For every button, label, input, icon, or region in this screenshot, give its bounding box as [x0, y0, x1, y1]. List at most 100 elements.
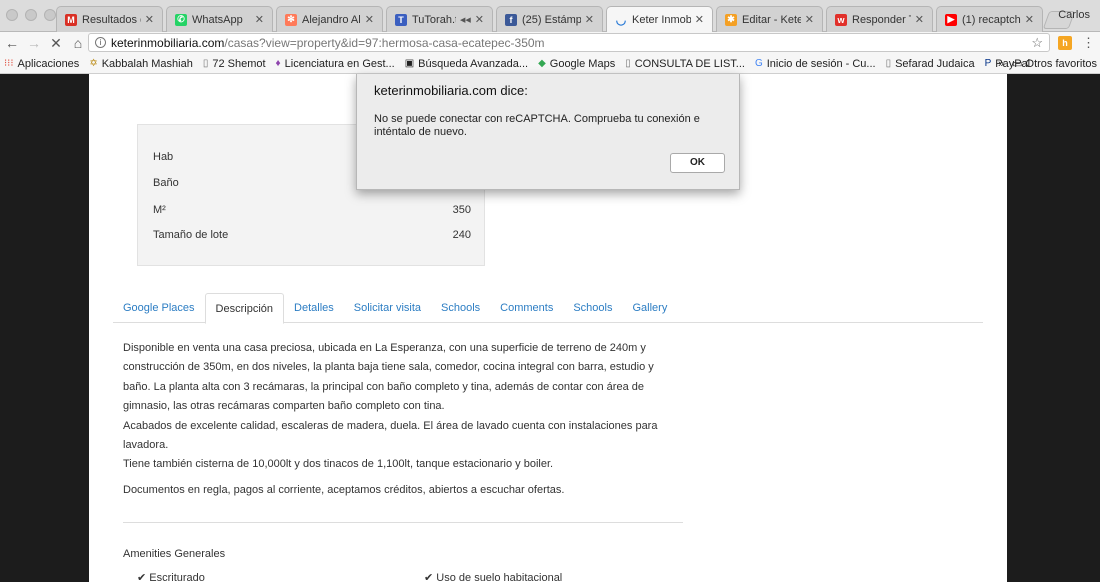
stop-loading-icon[interactable]: ✕	[46, 35, 66, 52]
bookmark-icon: ✡	[89, 58, 98, 69]
minimize-window-button[interactable]	[25, 9, 37, 21]
tab-comments[interactable]: Comments	[490, 293, 563, 323]
bookmark-icon: ♦	[275, 58, 281, 69]
bookmark-icon: ▣	[404, 58, 415, 69]
forward-icon[interactable]: →	[24, 35, 44, 51]
bookmark-label: Inicio de sesión - Cu...	[766, 57, 876, 70]
ok-button[interactable]: OK	[670, 153, 725, 173]
bookmark-icon: ▯	[885, 58, 892, 69]
bookmarks-bar: ⁝⁝⁝ Aplicaciones ✡ Kabbalah Mashiah ▯ 72 Shem…	[0, 54, 1100, 74]
check-icon: ✔	[137, 572, 147, 582]
tab-title: Keter Inmobilia	[632, 13, 691, 26]
check-icon: ✔	[424, 572, 434, 582]
folder-icon: ▭	[1012, 58, 1023, 70]
hubspot-extension-icon[interactable]: h	[1058, 36, 1072, 50]
hubspot-icon: ✻	[285, 13, 297, 26]
tab-gallery[interactable]: Gallery	[622, 293, 677, 323]
property-row: Tamaño de lote 240	[153, 229, 471, 241]
browser-tab[interactable]: ◡ Keter Inmobilia ✕	[606, 6, 713, 32]
bookmark-label: Sefarad Judaica	[895, 57, 975, 70]
bookmark-item[interactable]: ♦ Licenciatura en Gest...	[276, 58, 395, 70]
browser-tab[interactable]: w Responder Tem ✕	[826, 6, 933, 32]
close-tab-icon[interactable]: ✕	[915, 13, 924, 26]
browser-menu-icon[interactable]: ⋮	[1082, 35, 1095, 51]
close-tab-icon[interactable]: ✕	[145, 13, 154, 26]
tab-title: (25) Estámpate	[522, 13, 581, 26]
browser-toolbar: ← → ✕ ⌂ i keterinmobiliaria.com/casas?vi…	[0, 32, 1100, 54]
close-tab-icon[interactable]: ✕	[1025, 13, 1034, 26]
close-tab-icon[interactable]: ✕	[475, 13, 484, 26]
gmail-icon: M	[65, 13, 77, 26]
close-tab-icon[interactable]: ✕	[695, 13, 704, 26]
wix-icon: w	[835, 13, 847, 26]
browser-tab-strip: M Resultados de ✕ ✆ WhatsApp ✕ ✻ Alejandro Alej…	[0, 0, 1100, 32]
tab-solicitar-visita[interactable]: Solicitar visita	[344, 293, 431, 323]
bookmark-label: 72 Shemot	[212, 57, 266, 70]
alert-dialog: keterinmobiliaria.com dice: No se puede …	[356, 74, 740, 190]
property-description: Disponible en venta una casa preciosa, u…	[123, 339, 683, 500]
bookmark-item[interactable]: ▯ 72 Shemot	[203, 58, 266, 70]
bookmark-icon: ⁝⁝⁝	[4, 58, 14, 69]
other-bookmarks[interactable]: » ▭ Otros favoritos	[998, 57, 1098, 71]
bookmarks-overflow-icon[interactable]: »	[998, 58, 1004, 70]
tab-title: Editar - Keter In	[742, 13, 801, 26]
tab-detalles[interactable]: Detalles	[284, 293, 344, 323]
youtube-icon: ▶	[945, 13, 957, 26]
tab-title: WhatsApp	[192, 13, 243, 26]
bookmark-label: CONSULTA DE LIST...	[634, 57, 745, 70]
browser-tab[interactable]: ✱ Editar - Keter In ✕	[716, 6, 823, 32]
loading-icon: ◡	[615, 12, 627, 27]
bookmark-item[interactable]: ✡ Kabbalah Mashiah	[89, 58, 193, 70]
bookmark-star-icon[interactable]: ☆	[1031, 35, 1043, 51]
bookmark-item[interactable]: ▣ Búsqueda Avanzada...	[405, 58, 528, 70]
amenity-label: Escriturado	[149, 572, 205, 582]
bookmark-item[interactable]: ▯ CONSULTA DE LIST...	[625, 58, 745, 70]
other-bookmarks-label: Otros favoritos	[1025, 57, 1098, 70]
bookmark-item[interactable]: ⁝⁝⁝ Aplicaciones	[4, 58, 79, 70]
close-tab-icon[interactable]: ✕	[255, 13, 264, 26]
browser-tab[interactable]: M Resultados de ✕	[56, 6, 163, 32]
browser-tab[interactable]: ✆ WhatsApp ✕	[166, 6, 273, 32]
close-tab-icon[interactable]: ✕	[365, 13, 374, 26]
zoom-window-button[interactable]	[44, 9, 56, 21]
browser-tab[interactable]: T TuTorah.tv ◀◀ ✕	[386, 6, 493, 32]
property-label: M²	[153, 204, 166, 216]
amenity-item: ✔ Uso de suelo habitacional	[424, 571, 562, 582]
browser-tab[interactable]: f (25) Estámpate ✕	[496, 6, 603, 32]
tab-title: (1) recaptcha ip	[962, 13, 1021, 26]
description-paragraph: Acabados de excelente calidad, escaleras…	[123, 419, 658, 452]
close-window-button[interactable]	[6, 9, 18, 21]
tab-schools[interactable]: Schools	[563, 293, 622, 323]
tab-schools[interactable]: Schools	[431, 293, 490, 323]
profile-name[interactable]: Carlos	[1058, 9, 1090, 21]
property-label: Hab	[153, 151, 174, 163]
bookmark-label: Google Maps	[549, 57, 616, 70]
tutorah-icon: T	[395, 13, 407, 26]
address-bar[interactable]: i keterinmobiliaria.com/casas?view=prope…	[88, 33, 1050, 52]
bookmark-item[interactable]: ▯ Sefarad Judaica	[886, 58, 975, 70]
bookmark-item[interactable]: G Inicio de sesión - Cu...	[755, 58, 876, 70]
home-icon[interactable]: ⌂	[68, 35, 88, 51]
dialog-message: No se puede conectar con reCAPTCHA. Comp…	[374, 113, 700, 138]
site-info-icon[interactable]: i	[95, 37, 106, 48]
bookmark-item[interactable]: ◆ Google Maps	[538, 58, 615, 70]
description-paragraph: Disponible en venta una casa preciosa, u…	[123, 342, 654, 413]
browser-tab[interactable]: ✻ Alejandro Aleja ✕	[276, 6, 383, 32]
browser-tab[interactable]: ▶ (1) recaptcha ip ✕	[936, 6, 1043, 32]
bookmark-icon: P	[984, 58, 992, 69]
back-icon[interactable]: ←	[2, 35, 22, 51]
bookmark-label: Kabbalah Mashiah	[101, 57, 193, 70]
close-tab-icon[interactable]: ✕	[585, 13, 594, 26]
audio-playing-icon[interactable]: ◀◀	[460, 16, 471, 24]
tab-google-places[interactable]: Google Places	[113, 293, 205, 323]
property-value: 350	[452, 204, 471, 216]
amenity-label: Uso de suelo habitacional	[436, 572, 563, 582]
amenities-title: Amenities Generales	[123, 548, 226, 560]
url-path: /casas?view=property&id=97:hermosa-casa-…	[224, 35, 545, 50]
close-tab-icon[interactable]: ✕	[805, 13, 814, 26]
property-row: M² 350	[153, 204, 471, 216]
divider	[123, 522, 683, 523]
window-controls	[6, 9, 56, 21]
bookmark-label: Licenciatura en Gest...	[284, 57, 395, 70]
tab-descripci-n[interactable]: Descripción	[204, 293, 285, 324]
